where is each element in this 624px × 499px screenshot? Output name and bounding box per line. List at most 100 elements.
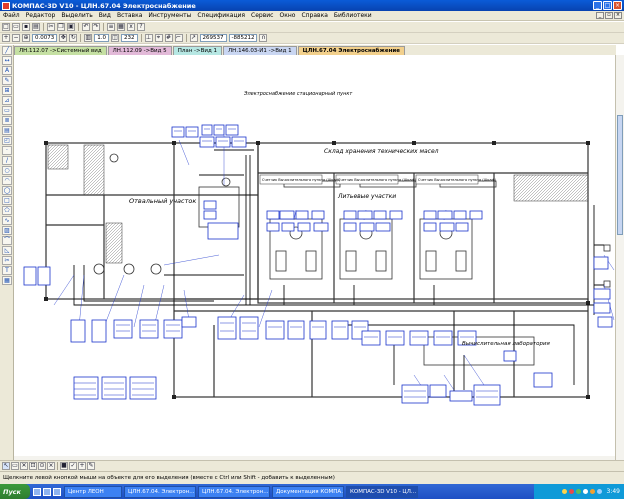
tab-system-view[interactable]: ЛН.112.07 ->Системный вид [14,46,107,55]
undo-icon[interactable]: ↶ [82,23,90,31]
minimize-button[interactable]: _ [593,1,602,10]
doc-close-button[interactable]: × [614,12,622,19]
ortho-icon[interactable]: ⊥ [144,34,153,42]
copy-icon[interactable]: ❐ [57,23,65,31]
drawing-canvas[interactable]: Электроснабжение стационарный пункт Скла… [14,55,615,460]
taskbar-item-doc1[interactable]: ЦЛН.67.04. Электрон... [124,485,196,498]
menu-help[interactable]: Справка [298,12,330,19]
tray-icon[interactable] [568,489,574,494]
pen-icon[interactable]: ✎ [87,462,95,470]
menu-edit[interactable]: Редактор [23,12,59,19]
library-manager-icon[interactable]: ▦ [117,23,125,31]
menu-insert[interactable]: Вставка [114,12,145,19]
select-frame-icon[interactable]: ▭ [11,462,19,470]
taskbar-item-leon[interactable]: Центр ЛЕОН [64,485,122,498]
save-icon[interactable]: ▪ [22,23,30,31]
new-document-icon[interactable]: □ [2,23,10,31]
snap-center-icon[interactable]: ⊙ [38,462,46,470]
zoom-out-icon[interactable]: − [12,34,20,42]
properties-icon[interactable]: ≡ [107,23,115,31]
stop-icon[interactable]: ■ [60,462,68,470]
circle-tool-icon[interactable]: ○ [2,166,12,175]
line-tool-icon[interactable]: / [2,156,12,165]
polygon-tool-icon[interactable]: ⬠ [2,206,12,215]
help-icon[interactable]: ? [137,23,145,31]
fillet-tool-icon[interactable]: ⌒ [2,236,12,245]
pan-icon[interactable]: ✥ [59,34,68,42]
spline-tool-icon[interactable]: ∿ [2,216,12,225]
hatch-tool-icon[interactable]: ▨ [2,226,12,235]
taskbar-item-docs[interactable]: Документация КОМПА... [272,485,344,498]
geometry-tool-icon[interactable]: ╱ [2,46,12,55]
menu-tools[interactable]: Инструменты [145,12,194,19]
quick-launch-icon[interactable] [43,487,51,496]
doc-minimize-button[interactable]: _ [596,12,604,19]
redo-icon[interactable]: ↷ [92,23,100,31]
spec-tool-icon[interactable]: ≣ [2,116,12,125]
snap-end-icon[interactable]: ⊡ [29,462,37,470]
tab-view-5[interactable]: ЛН.112.09 ->Вид 5 [107,46,172,55]
snap-icon[interactable]: ⌖ [154,34,163,42]
refresh-icon[interactable]: ↻ [69,34,78,42]
cable-tags[interactable] [23,124,613,406]
close-button[interactable]: × [613,1,622,10]
layer-state-icon[interactable]: ▥ [84,34,93,42]
zoom-window-icon[interactable]: ⊕ [22,34,30,42]
maximize-button[interactable]: □ [603,1,612,10]
cursor-y-field[interactable]: -885212 [228,34,258,42]
menu-specification[interactable]: Спецификация [194,12,248,19]
parametrization-tool-icon[interactable]: ⊞ [2,86,12,95]
tray-icon[interactable] [589,489,595,494]
arc-tool-icon[interactable]: ◠ [2,176,12,185]
table-tool-icon[interactable]: ▦ [2,276,12,285]
quick-launch-icon[interactable] [33,487,41,496]
print-icon[interactable]: ▤ [32,23,40,31]
local-cs-icon[interactable]: ⌐ [174,34,183,42]
doc-restore-button[interactable]: ▫ [605,12,613,19]
select-cross-icon[interactable]: ✕ [20,462,28,470]
menu-libraries[interactable]: Библиотеки [331,12,375,19]
select-arrow-icon[interactable]: ↖ [2,462,10,470]
start-button[interactable]: Пуск [0,484,30,499]
create-object-icon[interactable]: + [78,462,86,470]
chamfer-tool-icon[interactable]: ◺ [2,246,12,255]
scale-combo[interactable]: 1.0 [94,34,109,42]
rectangle-tool-icon[interactable]: □ [2,196,12,205]
grid-icon[interactable]: # [164,34,173,42]
tab-plan[interactable]: План ->Вид 1 [172,46,223,55]
taskbar-item-kompas[interactable]: КОМПАС-3D V10 - ЦЛ... [346,485,418,498]
vertical-scroll-thumb[interactable] [617,115,623,235]
point-tool-icon[interactable]: · [2,146,12,155]
menu-view[interactable]: Вид [96,12,114,19]
notation-tool-icon[interactable]: A [2,66,12,75]
variables-icon[interactable]: x [127,23,135,31]
dimension-tool-icon[interactable]: ↔ [2,56,12,65]
layer-combo[interactable]: 232 [121,34,138,42]
tray-icon[interactable] [582,489,588,494]
magnet-icon[interactable]: ∩ [259,34,268,42]
cut-icon[interactable]: ✂ [47,23,55,31]
tab-electrosupply[interactable]: ЦЛН.67.04 Электроснабжение [297,46,405,55]
menu-service[interactable]: Сервис [248,12,276,19]
quick-launch-icon[interactable] [53,487,61,496]
apply-icon[interactable]: ✓ [69,462,77,470]
edit-tool-icon[interactable]: ✎ [2,76,12,85]
select-tool-icon[interactable]: ▭ [2,106,12,115]
zoom-in-icon[interactable]: + [2,34,10,42]
zoom-combo[interactable]: 0.0073 [32,34,58,42]
tray-icon[interactable] [596,489,602,494]
tray-icon[interactable] [561,489,567,494]
menu-file[interactable]: Файл [0,12,23,19]
floor-plan-drawing[interactable]: Электроснабжение стационарный пункт Скла… [14,55,615,460]
text-tool-icon[interactable]: T [2,266,12,275]
menu-window[interactable]: Окно [276,12,298,19]
paste-icon[interactable]: ▣ [67,23,75,31]
tab-view-1[interactable]: ЛН.146.03-И1 ->Вид 1 [223,46,297,55]
cursor-x-field[interactable]: 269537 [199,34,227,42]
taskbar-item-doc2[interactable]: ЦЛН.67.04. Электрон... [198,485,270,498]
layers-icon[interactable]: ◫ [111,34,119,42]
reports-tool-icon[interactable]: ▤ [2,126,12,135]
insert-tool-icon[interactable]: ◰ [2,136,12,145]
ellipse-tool-icon[interactable]: ◯ [2,186,12,195]
snap-intersection-icon[interactable]: ⨯ [47,462,55,470]
